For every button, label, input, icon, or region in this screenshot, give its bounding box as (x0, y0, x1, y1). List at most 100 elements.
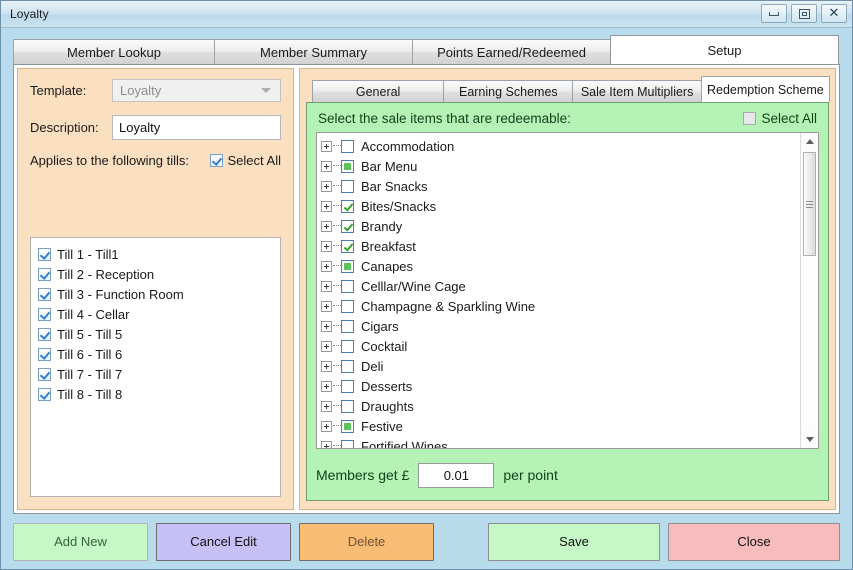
tab-setup[interactable]: Setup (610, 35, 839, 64)
cancel-edit-button[interactable]: Cancel Edit (156, 522, 291, 561)
add-new-button[interactable]: Add New (13, 522, 148, 561)
tab-sale-item-multipliers[interactable]: Sale Item Multipliers (572, 80, 702, 102)
expand-icon[interactable] (321, 240, 332, 252)
table-row[interactable]: Cigars (321, 316, 800, 336)
delete-button[interactable]: Delete (299, 522, 434, 561)
checkbox-icon[interactable] (341, 299, 354, 313)
button-label: Cancel Edit (190, 534, 257, 549)
checkbox-icon[interactable] (38, 347, 51, 361)
checkbox-icon[interactable] (341, 419, 354, 433)
tree-connector-icon (333, 325, 341, 327)
tab-redemption-scheme[interactable]: Redemption Scheme (700, 76, 830, 102)
scroll-track[interactable] (801, 150, 818, 431)
redemption-select-all[interactable]: Select All (743, 111, 817, 126)
expand-icon[interactable] (321, 260, 332, 272)
sale-items-list[interactable]: Accommodation Bar Menu Bar Snacks Bites/… (317, 133, 800, 448)
sale-items-scrollbar[interactable] (800, 133, 818, 448)
list-item[interactable]: Till 3 - Function Room (38, 284, 273, 304)
expand-icon[interactable] (321, 400, 332, 412)
checkbox-icon[interactable] (743, 112, 757, 125)
table-row[interactable]: Deli (321, 356, 800, 376)
expand-icon[interactable] (321, 220, 332, 232)
expand-icon[interactable] (321, 340, 332, 352)
tills-list[interactable]: Till 1 - Till1 Till 2 - Reception Till 3… (30, 237, 281, 497)
checkbox-icon[interactable] (341, 399, 354, 413)
checkbox-icon[interactable] (341, 179, 354, 193)
table-row[interactable]: Brandy (321, 216, 800, 236)
checkbox-icon[interactable] (341, 139, 354, 153)
list-item[interactable]: Till 7 - Till 7 (38, 364, 273, 384)
close-dialog-button[interactable]: Close (668, 522, 840, 561)
rate-input[interactable]: 0.01 (418, 462, 495, 488)
checkbox-icon[interactable] (341, 359, 354, 373)
expand-icon[interactable] (321, 380, 332, 392)
scroll-up-button[interactable] (801, 133, 818, 150)
checkbox-icon[interactable] (209, 154, 223, 167)
template-dropdown[interactable]: Loyalty (112, 79, 281, 102)
expand-icon[interactable] (321, 200, 332, 212)
maximize-button[interactable] (791, 4, 817, 23)
table-row[interactable]: Cocktail (321, 336, 800, 356)
table-row[interactable]: Bar Snacks (321, 176, 800, 196)
checkbox-icon[interactable] (38, 247, 51, 261)
table-row[interactable]: Bites/Snacks (321, 196, 800, 216)
tab-earning-schemes[interactable]: Earning Schemes (443, 80, 574, 102)
checkbox-icon[interactable] (38, 387, 51, 401)
checkbox-icon[interactable] (341, 199, 354, 213)
list-item[interactable]: Till 5 - Till 5 (38, 324, 273, 344)
checkbox-icon[interactable] (341, 439, 354, 448)
tab-member-lookup[interactable]: Member Lookup (13, 39, 215, 64)
sale-items-tree: Accommodation Bar Menu Bar Snacks Bites/… (316, 132, 819, 449)
table-row[interactable]: Festive (321, 416, 800, 436)
table-row[interactable]: Bar Menu (321, 156, 800, 176)
expand-icon[interactable] (321, 140, 332, 152)
expand-icon[interactable] (321, 160, 332, 172)
scroll-thumb[interactable] (803, 152, 816, 256)
table-row[interactable]: Desserts (321, 376, 800, 396)
checkbox-icon[interactable] (341, 239, 354, 253)
checkbox-icon[interactable] (341, 319, 354, 333)
redemption-select-all-label: Select All (761, 111, 817, 126)
expand-icon[interactable] (321, 180, 332, 192)
expand-icon[interactable] (321, 320, 332, 332)
checkbox-icon[interactable] (38, 287, 51, 301)
checkbox-icon[interactable] (341, 379, 354, 393)
checkbox-icon[interactable] (341, 259, 354, 273)
tab-general[interactable]: General (312, 80, 445, 102)
minimize-button[interactable] (761, 4, 787, 23)
table-row[interactable]: Accommodation (321, 136, 800, 156)
table-row[interactable]: Fortified Wines (321, 436, 800, 448)
checkbox-icon[interactable] (38, 367, 51, 381)
description-input[interactable]: Loyalty (112, 115, 281, 140)
list-item[interactable]: Till 4 - Cellar (38, 304, 273, 324)
table-row[interactable]: Celllar/Wine Cage (321, 276, 800, 296)
checkbox-icon[interactable] (341, 159, 354, 173)
tab-points-earned-redeemed[interactable]: Points Earned/Redeemed (412, 39, 611, 64)
checkbox-icon[interactable] (341, 219, 354, 233)
scroll-down-button[interactable] (801, 431, 818, 448)
close-button[interactable]: ✕ (821, 4, 847, 23)
table-row[interactable]: Champagne & Sparkling Wine (321, 296, 800, 316)
checkbox-icon[interactable] (38, 327, 51, 341)
expand-icon[interactable] (321, 360, 332, 372)
table-row[interactable]: Canapes (321, 256, 800, 276)
expand-icon[interactable] (321, 300, 332, 312)
expand-icon[interactable] (321, 440, 332, 448)
checkbox-icon[interactable] (38, 307, 51, 321)
checkbox-icon[interactable] (341, 279, 354, 293)
expand-icon[interactable] (321, 280, 332, 292)
tree-connector-icon (333, 305, 341, 307)
checkbox-icon[interactable] (38, 267, 51, 281)
expand-icon[interactable] (321, 420, 332, 432)
table-row[interactable]: Draughts (321, 396, 800, 416)
tab-member-summary[interactable]: Member Summary (214, 39, 413, 64)
checkbox-icon[interactable] (341, 339, 354, 353)
tills-select-all[interactable]: Select All (209, 153, 281, 168)
list-item[interactable]: Till 6 - Till 6 (38, 344, 273, 364)
list-item[interactable]: Till 1 - Till1 (38, 244, 273, 264)
sale-item-label: Accommodation (361, 138, 455, 154)
table-row[interactable]: Breakfast (321, 236, 800, 256)
save-button[interactable]: Save (488, 522, 660, 561)
list-item[interactable]: Till 2 - Reception (38, 264, 273, 284)
list-item[interactable]: Till 8 - Till 8 (38, 384, 273, 404)
